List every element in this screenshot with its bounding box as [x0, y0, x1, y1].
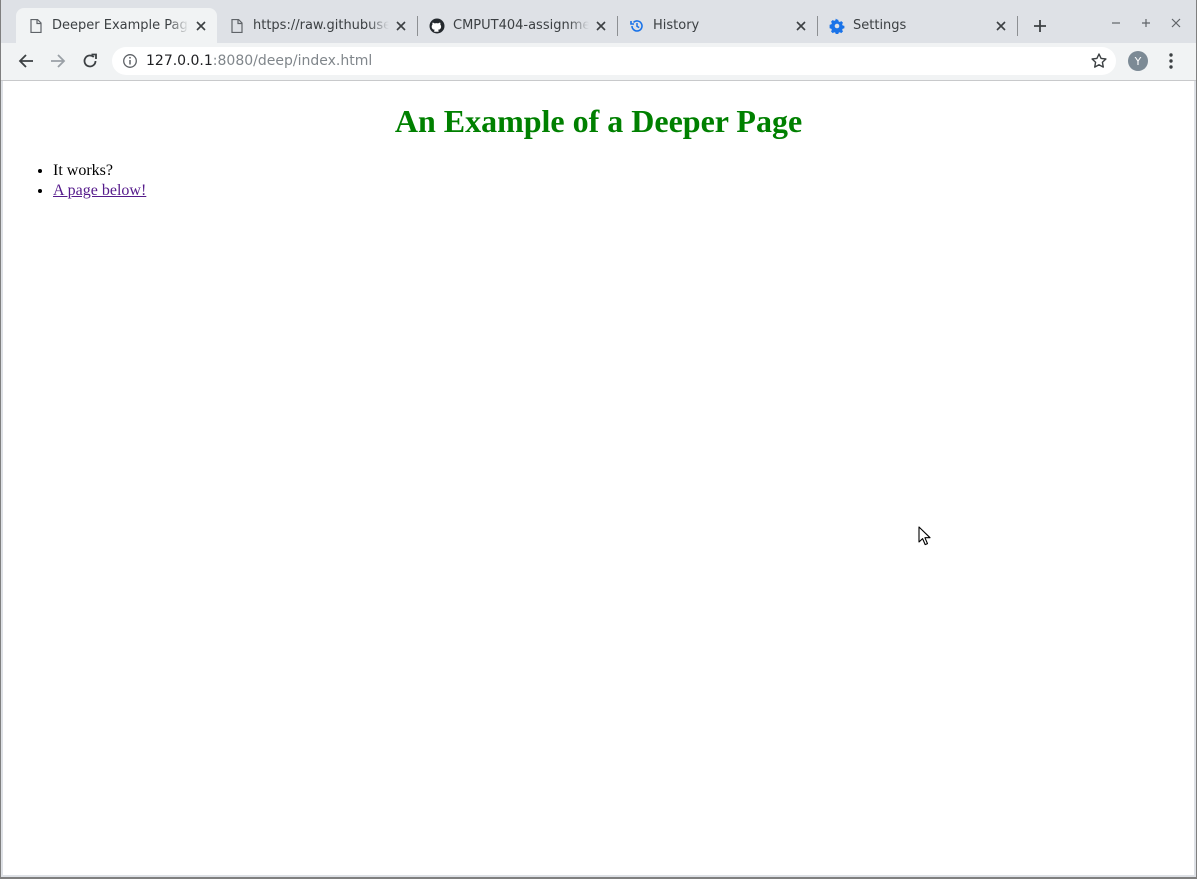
list-item: It works? [53, 161, 1194, 181]
address-bar[interactable]: 127.0.0.1:8080/deep/index.html [112, 47, 1116, 75]
bookmark-star-icon[interactable] [1090, 52, 1108, 70]
close-icon[interactable] [393, 18, 409, 34]
tab-separator [1017, 16, 1018, 36]
url-path: :8080/deep/index.html [212, 53, 373, 69]
tab-title: CMPUT404-assignment [453, 18, 589, 33]
maximize-icon [1142, 19, 1150, 27]
tab-title: https://raw.githubusercontent.com [253, 18, 389, 33]
item-list: It works? A page below! [3, 161, 1194, 201]
profile-avatar[interactable]: Y [1128, 51, 1148, 71]
tab-cmput404[interactable]: CMPUT404-assignment [417, 8, 617, 43]
reload-icon [83, 53, 97, 68]
page-below-link[interactable]: A page below! [53, 182, 146, 199]
document-icon [28, 18, 44, 34]
tab-history[interactable]: History [617, 8, 817, 43]
info-icon[interactable] [122, 53, 138, 69]
url-text[interactable]: 127.0.0.1:8080/deep/index.html [146, 53, 372, 69]
minimize-icon [1112, 22, 1120, 24]
gear-icon [829, 18, 845, 34]
plus-icon [1034, 20, 1046, 32]
new-tab-button[interactable] [1028, 14, 1052, 38]
tab-deeper-example[interactable]: Deeper Example Page [16, 8, 217, 43]
tab-strip: Deeper Example Page https://raw.githubus… [1, 0, 1196, 43]
maximize-button[interactable] [1135, 12, 1157, 34]
history-icon [629, 18, 645, 34]
close-window-button[interactable] [1165, 12, 1187, 34]
forward-button[interactable] [46, 49, 70, 73]
tab-title: Settings [853, 18, 907, 33]
browser-window: Deeper Example Page https://raw.githubus… [1, 0, 1196, 877]
reload-button[interactable] [78, 49, 102, 73]
browser-toolbar: 127.0.0.1:8080/deep/index.html Y [1, 43, 1196, 81]
page-content: An Example of a Deeper Page It works? A … [3, 81, 1194, 875]
close-icon[interactable] [593, 18, 609, 34]
menu-button[interactable] [1161, 49, 1181, 73]
document-icon [229, 18, 245, 34]
page-heading: An Example of a Deeper Page [394, 103, 803, 139]
minimize-button[interactable] [1105, 12, 1127, 34]
tab-raw-github[interactable]: https://raw.githubusercontent.com [217, 8, 417, 43]
tab-title: History [653, 18, 700, 33]
tab-title: Deeper Example Page [52, 18, 189, 33]
url-host: 127.0.0.1 [146, 53, 213, 69]
forward-arrow-icon [51, 54, 66, 68]
back-arrow-icon [18, 54, 33, 68]
list-item: A page below! [53, 181, 1194, 201]
close-icon[interactable] [993, 18, 1009, 34]
list-item-text: It works? [53, 162, 113, 179]
close-icon[interactable] [793, 18, 809, 34]
github-icon [429, 18, 445, 34]
close-icon[interactable] [193, 18, 209, 34]
close-icon [1171, 18, 1181, 28]
back-button[interactable] [14, 49, 38, 73]
kebab-menu-icon [1169, 53, 1173, 69]
mouse-cursor-icon [918, 526, 931, 546]
tab-settings[interactable]: Settings [817, 8, 1017, 43]
